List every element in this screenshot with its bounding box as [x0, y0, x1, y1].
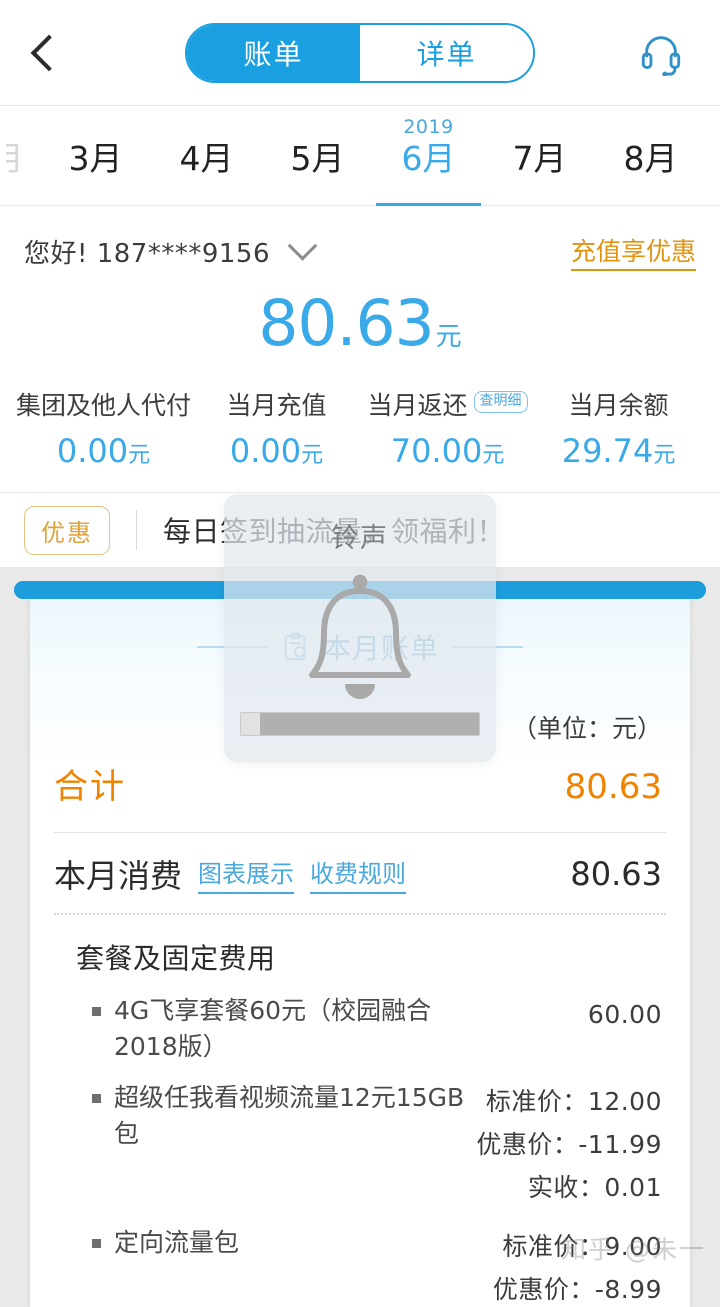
back-button[interactable] — [28, 23, 88, 83]
stat-unit: 元 — [301, 443, 324, 468]
volume-slider[interactable] — [240, 712, 480, 736]
stat-label-wrap: 当月返还 查明细 — [362, 386, 533, 422]
chart-view-link[interactable]: 图表展示 — [198, 854, 295, 894]
fee-value-standard: 标准价：12.00 — [485, 1087, 662, 1116]
bullet-icon — [92, 1007, 101, 1016]
banner-divider — [136, 510, 137, 550]
charging-rules-link[interactable]: 收费规则 — [310, 854, 407, 894]
stats-row: 集团及他人代付 0.00元 当月充值 0.00元 当月返还 查明细 70.00元… — [0, 360, 720, 493]
fee-values: 标准价：12.00 优惠价：-11.99 实收：0.01 — [476, 1080, 662, 1209]
stat-number: 0.00 — [229, 432, 302, 470]
total-value: 80.63 — [564, 767, 662, 807]
tab-switcher: 账单 详单 — [185, 22, 535, 83]
total-label: 合计 — [54, 767, 126, 807]
fee-value: 60.00 — [587, 1000, 662, 1029]
promo-banner-tag: 优惠 — [24, 505, 110, 555]
fee-value-actual: 实收：0.01 — [527, 1173, 662, 1202]
month-item-5[interactable]: 5月 — [262, 106, 373, 205]
month-item-label: 2月 — [6, 138, 24, 178]
customer-support-button[interactable] — [630, 22, 692, 84]
month-item-label: 5月 — [290, 138, 345, 178]
month-item-6-selected[interactable]: 2019 6月 — [373, 106, 484, 206]
fee-row: 4G飞享套餐60元（校园融合2018版） 60.00 — [30, 977, 690, 1064]
balance-amount-block: 80.63元 — [0, 271, 720, 360]
stat-number: 0.00 — [56, 432, 129, 470]
volume-hud-icon-wrap — [285, 573, 435, 727]
month-item-7[interactable]: 7月 — [484, 106, 595, 205]
fee-row: 超级任我看视频流量12元15GB包 标准价：12.00 优惠价：-11.99 实… — [30, 1064, 690, 1209]
volume-hud-overlay: 铃声 — [224, 494, 496, 762]
fee-name: 4G飞享套餐60元（校园融合2018版） — [114, 996, 432, 1061]
recharge-promo-link[interactable]: 充值享优惠 — [570, 232, 696, 271]
fee-values: 60.00 — [588, 993, 662, 1036]
stat-value: 0.00元 — [191, 432, 362, 470]
stat-unit: 元 — [128, 443, 151, 468]
tab-bill[interactable]: 账单 — [187, 24, 360, 81]
headset-icon — [641, 35, 681, 76]
chevron-down-icon[interactable] — [287, 230, 318, 261]
stat-monthly-balance: 当月余额 29.74元 — [533, 386, 704, 470]
stat-number: 70.00 — [390, 432, 483, 470]
stat-value: 0.00元 — [16, 432, 191, 470]
month-item-3[interactable]: 3月 — [40, 106, 151, 205]
bullet-icon — [92, 1094, 101, 1103]
monthly-consumption-row: 本月消费 图表展示 收费规则 80.63 — [30, 833, 690, 897]
watermark: 知乎 @朱一 — [561, 1235, 706, 1264]
month-selected-underline — [376, 203, 481, 206]
account-row: 您好! 187****9156 充值享优惠 — [0, 206, 720, 271]
top-navigation-bar: 账单 详单 — [0, 0, 720, 106]
greeting-text: 您好! 187****9156 — [24, 239, 270, 269]
volume-slider-thumb — [241, 713, 261, 735]
balance-amount-value: 80.63 — [258, 287, 434, 360]
month-item-label: 8月 — [623, 138, 678, 178]
bell-icon — [309, 574, 411, 699]
month-item-label: 4月 — [179, 138, 234, 178]
stat-label: 当月返还 — [367, 391, 468, 420]
tab-detail[interactable]: 详单 — [360, 24, 533, 81]
view-details-badge[interactable]: 查明细 — [473, 391, 528, 413]
balance-amount-unit: 元 — [435, 322, 462, 352]
stat-value: 70.00元 — [362, 432, 533, 470]
monthly-consumption-label: 本月消费 — [54, 857, 183, 895]
fee-name: 超级任我看视频流量12元15GB包 — [114, 1083, 465, 1148]
stat-monthly-recharge: 当月充值 0.00元 — [191, 386, 362, 470]
month-item-label: 3月 — [68, 138, 123, 178]
fee-value-discount: 优惠价：-11.99 — [476, 1130, 662, 1159]
volume-hud-title: 铃声 — [331, 523, 389, 554]
stat-unit: 元 — [653, 443, 676, 468]
month-selector[interactable]: 2月 3月 4月 5月 2019 6月 7月 8月 — [0, 106, 720, 206]
stat-monthly-rebate: 当月返还 查明细 70.00元 — [362, 386, 533, 470]
section-title-package-fees: 套餐及固定费用 — [76, 942, 276, 975]
month-item-2[interactable]: 2月 — [6, 106, 40, 205]
month-item-4[interactable]: 4月 — [151, 106, 262, 205]
fee-value-discount: 优惠价：-8.99 — [492, 1275, 662, 1304]
stat-group-paid: 集团及他人代付 0.00元 — [16, 386, 191, 470]
month-item-8[interactable]: 8月 — [595, 106, 706, 205]
monthly-consumption-value: 80.63 — [570, 855, 662, 893]
bullet-icon — [92, 1239, 101, 1248]
month-year-label: 2019 — [403, 116, 454, 138]
stat-label: 当月充值 — [226, 391, 327, 420]
fee-name: 定向流量包 — [114, 1228, 240, 1257]
stat-label: 集团及他人代付 — [16, 391, 192, 420]
tab-bill-label: 账单 — [243, 37, 304, 71]
month-item-label: 7月 — [512, 138, 567, 178]
back-chevron-icon — [30, 34, 68, 71]
stat-value: 29.74元 — [533, 432, 704, 470]
stat-label: 当月余额 — [568, 391, 669, 420]
stat-number: 29.74 — [561, 432, 654, 470]
month-item-label: 6月 — [401, 138, 456, 178]
tab-detail-label: 详单 — [416, 37, 477, 71]
stat-unit: 元 — [482, 443, 505, 468]
